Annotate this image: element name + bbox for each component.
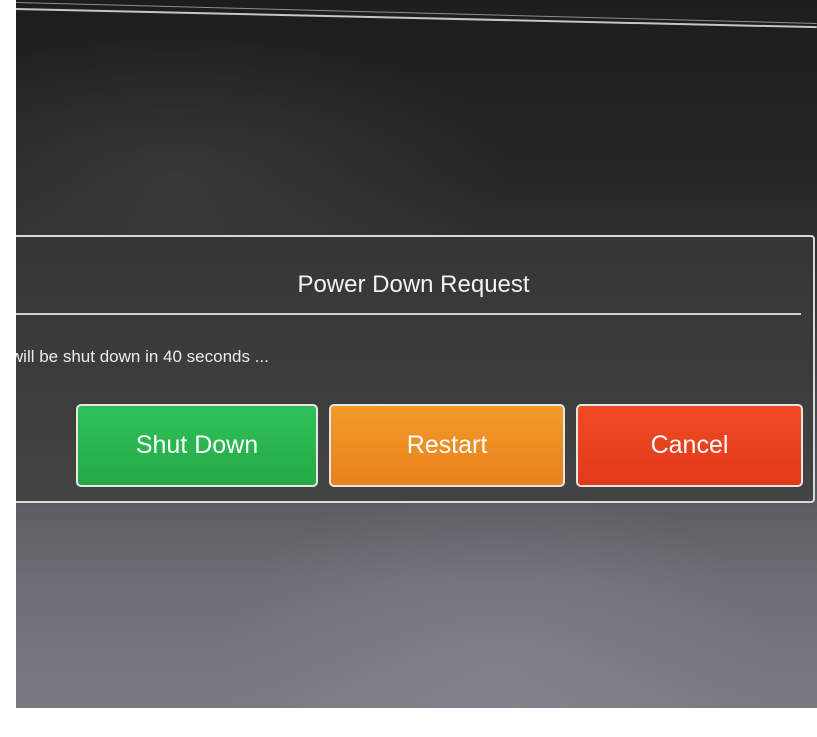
screen-edge-line — [16, 8, 817, 29]
screen-edge-line — [16, 2, 817, 24]
dialog-title: Power Down Request — [297, 271, 530, 298]
power-down-dialog: Power Down Request m will be shut down i… — [16, 235, 815, 503]
cancel-button-label: Cancel — [650, 431, 729, 459]
title-divider — [16, 313, 801, 315]
cancel-button[interactable]: Cancel — [576, 404, 803, 487]
restart-button[interactable]: Restart — [329, 404, 565, 487]
dialog-message: m will be shut down in 40 seconds ... — [16, 347, 269, 366]
shut-down-button-label: Shut Down — [135, 431, 259, 459]
monitor-screen: Power Down Request m will be shut down i… — [16, 0, 817, 708]
restart-button-label: Restart — [406, 431, 488, 459]
shut-down-button[interactable]: Shut Down — [76, 404, 318, 487]
